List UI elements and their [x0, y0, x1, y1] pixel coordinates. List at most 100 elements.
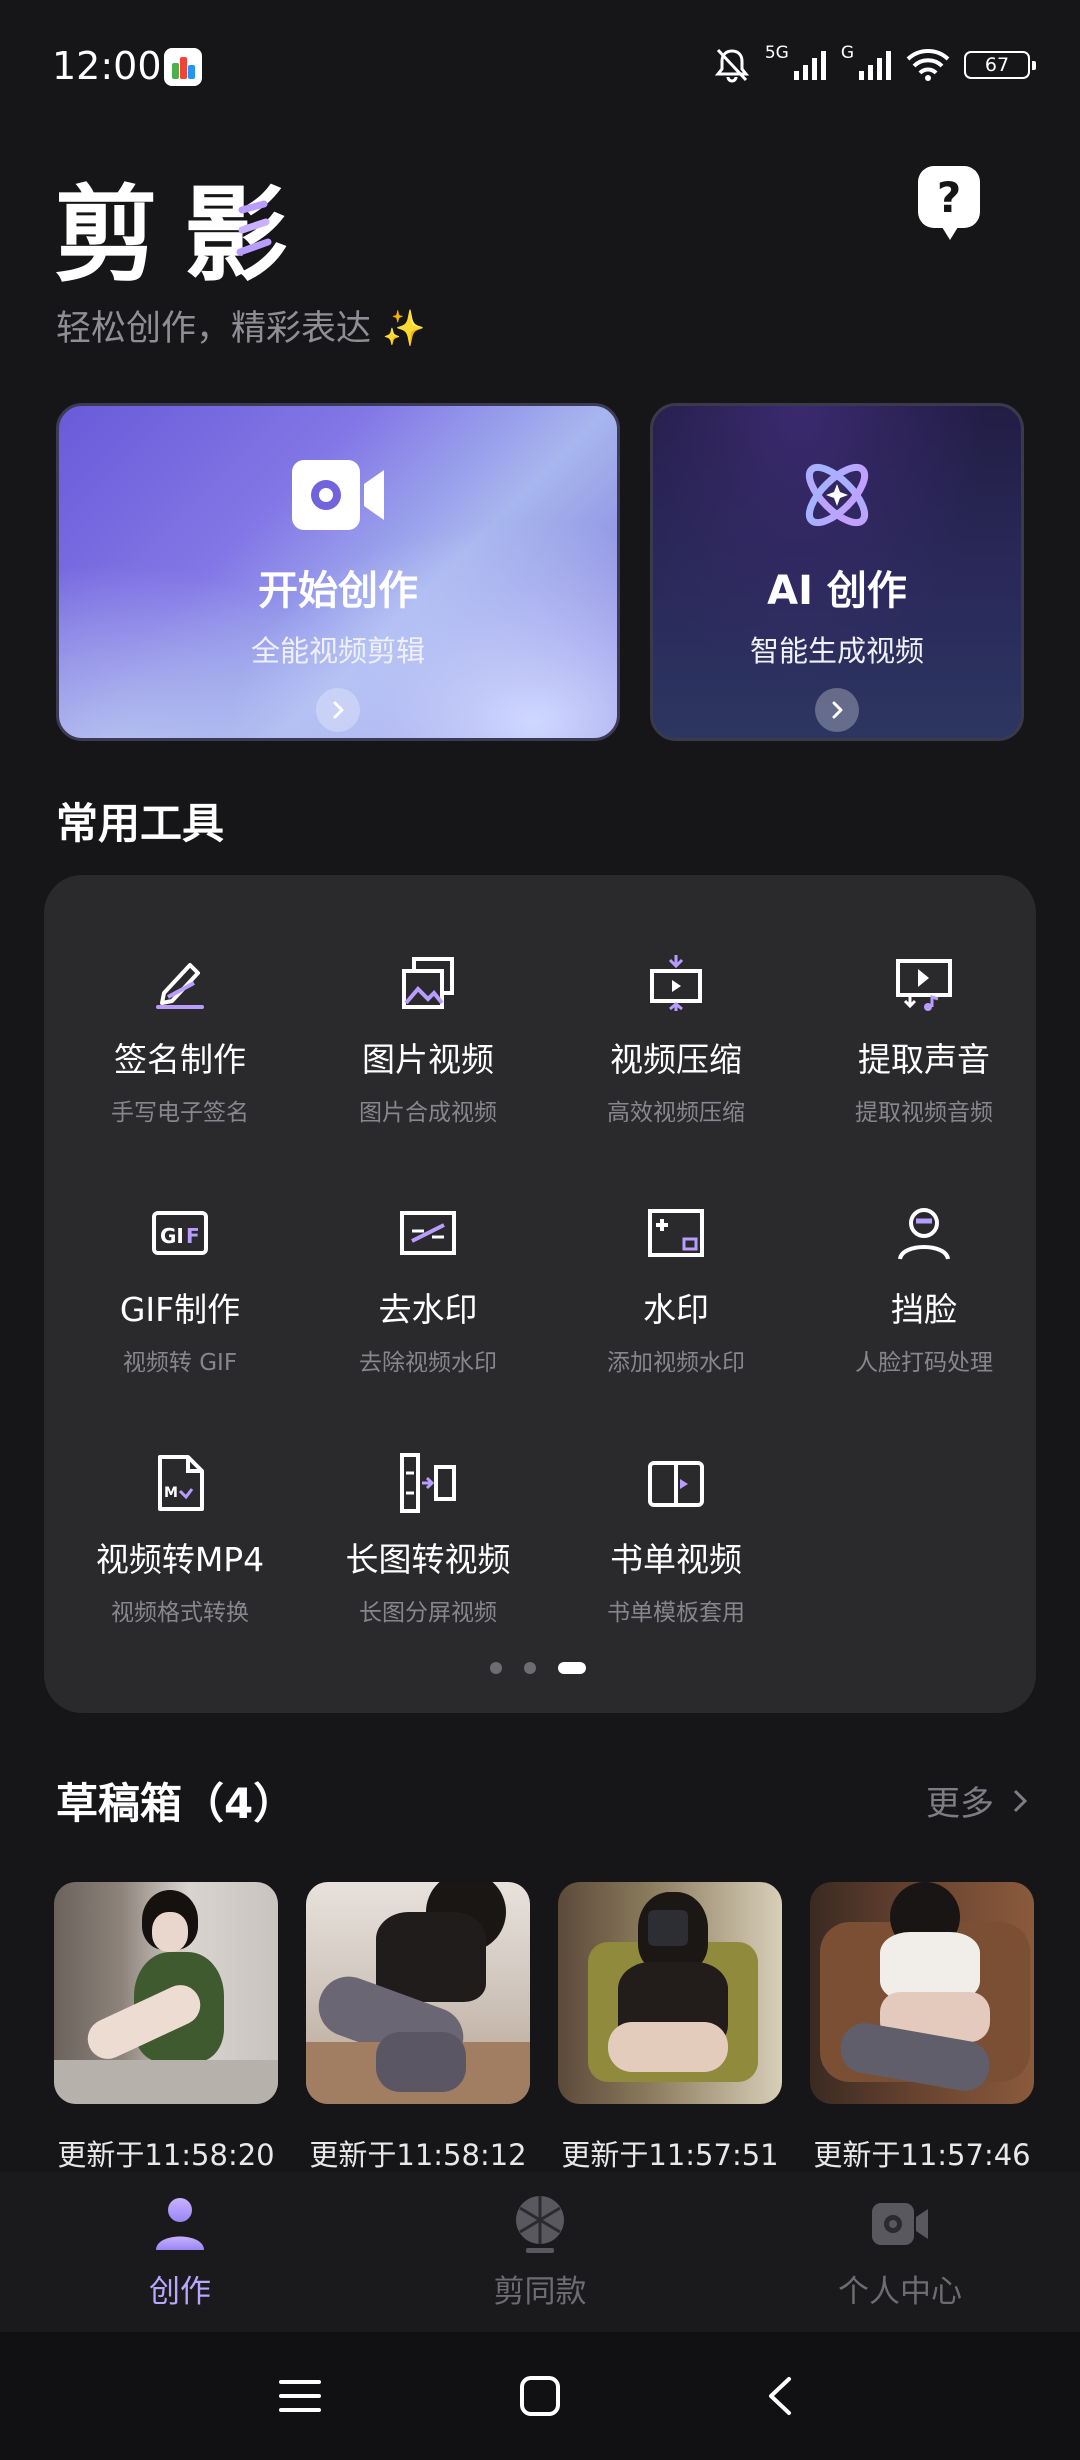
tool-book-list-video[interactable]: 书单视频 书单模板套用: [552, 1375, 800, 1626]
tools-panel: 签名制作 手写电子签名 图片视频 图片合成视频 视频压缩 高效视频压缩 提取声音…: [44, 875, 1036, 1713]
tool-subtitle: 图片合成视频: [359, 1100, 497, 1126]
nav-item-profile[interactable]: 个人中心: [800, 2194, 1000, 2311]
tools-section-title: 常用工具: [56, 799, 225, 848]
ai-creation-card[interactable]: AI 创作 智能生成视频: [650, 403, 1024, 741]
network-type-label: 5G: [764, 43, 789, 63]
tool-subtitle: 人脸打码处理: [855, 1350, 993, 1376]
atom-icon: [789, 454, 885, 536]
draft-time: 更新于11:57:46: [813, 2138, 1031, 2172]
start-creation-card[interactable]: 开始创作 全能视频剪辑: [56, 403, 620, 741]
person-icon: [150, 2194, 210, 2254]
page-dot[interactable]: [524, 1662, 536, 1674]
video-camera-icon: [290, 454, 386, 536]
extract-audio-icon: [894, 953, 954, 1013]
nav-label: 个人中心: [838, 2274, 962, 2310]
svg-text:F: F: [186, 1224, 200, 1248]
draft-item[interactable]: 更新于11:58:20: [54, 1882, 278, 2174]
face-mask-icon: [894, 1203, 954, 1263]
menu-icon[interactable]: [270, 2366, 330, 2426]
status-time: 12:00: [52, 44, 162, 88]
tool-subtitle: 高效视频压缩: [607, 1100, 745, 1126]
compress-icon: [646, 953, 706, 1013]
draft-item[interactable]: 更新于11:57:46: [810, 1882, 1034, 2174]
tool-remove-watermark[interactable]: 去水印 去除视频水印: [304, 1125, 552, 1376]
profile-camera-icon: [870, 2194, 930, 2254]
tool-subtitle: 添加视频水印: [607, 1350, 745, 1376]
tool-label: 图片视频: [362, 1040, 494, 1079]
tool-label: 去水印: [378, 1290, 478, 1329]
more-label: 更多: [926, 1784, 994, 1824]
tool-subtitle: 去除视频水印: [359, 1350, 497, 1376]
template-ball-icon: [510, 2194, 570, 2254]
help-chat-icon: ?: [936, 172, 962, 222]
tool-face-mask[interactable]: 挡脸 人脸打码处理: [800, 1125, 1048, 1376]
home-icon[interactable]: [510, 2366, 570, 2426]
svg-text:GI: GI: [160, 1224, 184, 1248]
drafts-more-link[interactable]: 更多: [926, 1776, 1028, 1825]
draft-thumbnail: [54, 1882, 278, 2104]
title-accent-strokes: [236, 200, 272, 256]
draft-time: 更新于11:58:12: [309, 2138, 527, 2172]
gif-icon: GI F: [150, 1203, 210, 1263]
tool-long-image-video[interactable]: 长图转视频 长图分屏视频: [304, 1375, 552, 1626]
tool-label: GIF制作: [119, 1290, 241, 1329]
ai-creation-subtitle: 智能生成视频: [749, 634, 924, 668]
draft-item[interactable]: 更新于11:58:12: [306, 1882, 530, 2174]
mp4-file-icon: M: [150, 1453, 210, 1513]
chevron-right-icon: [316, 688, 360, 732]
tool-gif[interactable]: GI F GIF制作 视频转 GIF: [56, 1125, 304, 1376]
tool-label: 挡脸: [891, 1290, 957, 1329]
tool-video-to-mp4[interactable]: M 视频转MP4 视频格式转换: [56, 1375, 304, 1626]
draft-thumbnail: [810, 1882, 1034, 2104]
tool-label: 签名制作: [114, 1040, 246, 1079]
svg-text:M: M: [164, 1485, 178, 1501]
nav-label: 创作: [149, 2274, 211, 2310]
add-watermark-icon: [646, 1203, 706, 1263]
tool-label: 书单视频: [610, 1540, 742, 1579]
tool-signature[interactable]: 签名制作 手写电子签名: [56, 875, 304, 1126]
long-image-icon: [398, 1453, 458, 1513]
draft-thumbnail: [306, 1882, 530, 2104]
tool-subtitle: 提取视频音频: [855, 1100, 993, 1126]
tool-label: 视频转MP4: [95, 1540, 265, 1579]
tool-subtitle: 视频转 GIF: [122, 1350, 238, 1376]
images-icon: [398, 953, 458, 1013]
chevron-right-icon: [815, 688, 859, 732]
status-icons: 5G G 67: [713, 42, 1036, 88]
nav-item-create[interactable]: 创作: [80, 2194, 280, 2311]
tools-page-indicator: [490, 1662, 586, 1674]
page-dot[interactable]: [490, 1662, 502, 1674]
system-nav-bar: [0, 2332, 1080, 2460]
draft-time: 更新于11:58:20: [57, 2138, 275, 2172]
mute-icon: [714, 48, 749, 83]
tool-extract-audio[interactable]: 提取声音 提取视频音频: [800, 875, 1048, 1126]
tool-watermark[interactable]: 水印 添加视频水印: [552, 1125, 800, 1376]
wifi-icon: [906, 49, 950, 81]
tool-subtitle: 书单模板套用: [607, 1600, 745, 1626]
help-button[interactable]: ?: [918, 166, 980, 240]
start-creation-subtitle: 全能视频剪辑: [250, 634, 425, 668]
tool-label: 视频压缩: [610, 1040, 742, 1079]
signal-icon: [793, 51, 826, 80]
signature-pen-icon: [150, 953, 210, 1013]
tool-image-video[interactable]: 图片视频 图片合成视频: [304, 875, 552, 1126]
ai-creation-title: AI 创作: [767, 568, 907, 614]
tool-label: 提取声音: [858, 1040, 990, 1079]
tool-subtitle: 长图分屏视频: [359, 1600, 497, 1626]
tool-video-compress[interactable]: 视频压缩 高效视频压缩: [552, 875, 800, 1126]
draft-time: 更新于11:57:51: [561, 2138, 779, 2172]
nav-label: 剪同款: [493, 2274, 587, 2310]
book-icon: [646, 1453, 706, 1513]
back-icon[interactable]: [750, 2366, 810, 2426]
network-type-label: G: [840, 43, 854, 63]
bottom-nav: 创作 剪同款 个人中心: [0, 2172, 1080, 2332]
tool-label: 水印: [643, 1290, 709, 1329]
page-dot-active[interactable]: [558, 1662, 586, 1674]
draft-thumbnail: [558, 1882, 782, 2104]
notification-app-icon: [164, 48, 202, 86]
battery-level: 67: [984, 54, 1010, 76]
draft-item[interactable]: 更新于11:57:51: [558, 1882, 782, 2174]
remove-watermark-icon: [398, 1203, 458, 1263]
nav-item-templates[interactable]: 剪同款: [440, 2194, 640, 2311]
tagline: 轻松创作，精彩表达 ✨: [56, 309, 426, 349]
